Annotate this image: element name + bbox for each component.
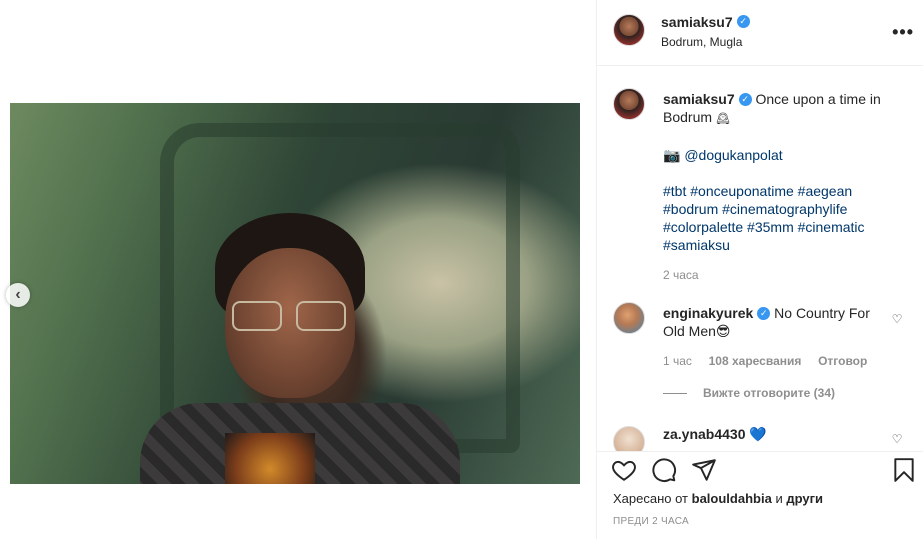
comment-likes[interactable]: 108 харесвания	[709, 354, 802, 368]
view-replies-button[interactable]: Вижте отговорите (34)	[663, 386, 835, 400]
like-comment-heart-icon[interactable]: ♡	[890, 432, 904, 446]
post-timestamp[interactable]: ПРЕДИ 2 ЧАСА	[613, 516, 689, 527]
hashtags-line4[interactable]: #samiaksu	[663, 236, 893, 254]
sunglasses-emoji: 😎	[715, 323, 731, 339]
like-comment-heart-icon[interactable]: ♡	[890, 312, 904, 326]
previous-photo-button[interactable]: ‹	[6, 283, 30, 307]
comment-meta: 1 час 108 харесвания Отговор	[663, 354, 867, 368]
caption-author-avatar[interactable]	[613, 88, 645, 120]
caption-time[interactable]: 2 часа	[663, 266, 893, 284]
hashtags-line3[interactable]: #colorpalette #35mm #cinematic	[663, 218, 893, 236]
post-photo[interactable]	[10, 103, 580, 484]
post-actions: Харесано от balouldahbia и други ПРЕДИ 2…	[597, 451, 923, 539]
commenter-avatar[interactable]	[613, 302, 645, 334]
verified-badge-icon: ✓	[757, 306, 771, 320]
caption-text-line2: Bodrum	[663, 109, 713, 125]
comment-time[interactable]: 1 час	[663, 354, 692, 368]
liked-by-prefix: Харесано от	[613, 491, 689, 506]
comment-icon[interactable]	[651, 457, 677, 483]
post-caption: samiaksu7 ✓ Once upon a time in Bodrum 🕰 …	[663, 90, 893, 284]
post-header: samiaksu7 ✓ Bodrum, Mugla •••	[597, 0, 923, 66]
comment-item: za.ynab4430 💙	[663, 426, 767, 443]
bookmark-icon[interactable]	[891, 457, 917, 483]
photographer-mention-link[interactable]: @dogukanpolat	[684, 147, 782, 163]
reply-button[interactable]: Отговор	[818, 354, 867, 368]
comment-text-line1: No Country For	[774, 305, 870, 321]
photo-tee	[225, 433, 315, 484]
post-sidebar: samiaksu7 ✓ Bodrum, Mugla ••• samiaksu7 ✓ …	[596, 0, 923, 539]
heart-icon[interactable]	[611, 457, 637, 483]
liked-by-text: Харесано от balouldahbia и други	[613, 491, 823, 506]
verified-badge-icon: ✓	[736, 15, 750, 29]
view-replies-label: Вижте отговорите (34)	[703, 386, 835, 400]
author-avatar[interactable]	[613, 14, 645, 46]
camera-emoji: 📷	[663, 147, 681, 163]
share-icon[interactable]	[691, 457, 717, 483]
commenter-username[interactable]: za.ynab4430	[663, 426, 746, 442]
hashtags-line2[interactable]: #bodrum #cinematographylife	[663, 200, 893, 218]
caption-username[interactable]: samiaksu7	[663, 91, 735, 107]
verified-badge-icon: ✓	[738, 92, 752, 106]
blue-heart-emoji: 💙	[749, 426, 767, 442]
comments-list[interactable]: samiaksu7 ✓ Once upon a time in Bodrum 🕰 …	[597, 66, 923, 451]
author-username[interactable]: samiaksu7	[661, 14, 733, 30]
replies-divider	[663, 392, 687, 394]
commenter-username[interactable]: enginakyurek	[663, 305, 753, 321]
liked-by-others[interactable]: други	[786, 491, 823, 506]
comment-text-line2: Old Men	[663, 323, 716, 339]
more-options-icon[interactable]: •••	[892, 22, 914, 43]
hashtags-line1[interactable]: #tbt #onceuponatime #aegean	[663, 182, 893, 200]
chevron-left-icon: ‹	[15, 286, 21, 303]
commenter-avatar[interactable]	[613, 426, 645, 451]
clock-emoji: 🕰	[715, 113, 730, 125]
photo-glasses	[232, 301, 352, 331]
liked-by-and: и	[775, 491, 783, 506]
liked-by-user[interactable]: balouldahbia	[692, 491, 772, 506]
comment-item: enginakyurek ✓ No Country For Old Men😎	[663, 304, 883, 340]
caption-text-line1: Once upon a time in	[755, 91, 881, 107]
post-location[interactable]: Bodrum, Mugla	[661, 35, 742, 49]
